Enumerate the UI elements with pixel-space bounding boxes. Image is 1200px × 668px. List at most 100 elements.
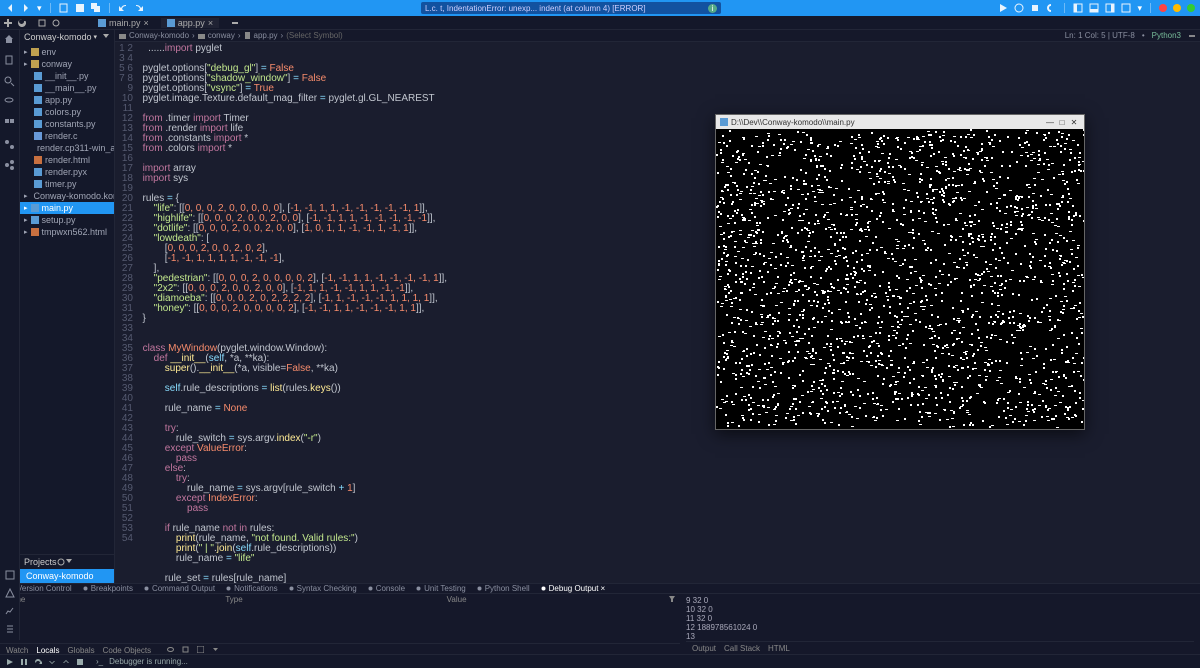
redo-icon[interactable] <box>134 3 144 13</box>
git-icon[interactable] <box>4 139 15 150</box>
tree-node[interactable]: app.py <box>20 94 114 106</box>
tree-node[interactable]: ▸main.py <box>20 202 114 214</box>
maximize-button[interactable]: □ <box>1056 118 1068 127</box>
chart-icon[interactable] <box>5 606 15 616</box>
bottom-tab[interactable]: Debug Output × <box>536 584 609 593</box>
gear-icon[interactable] <box>52 19 60 27</box>
close-button[interactable]: ✕ <box>1068 118 1080 127</box>
tab-app-py[interactable]: app.py× <box>161 18 219 28</box>
stop-icon[interactable] <box>76 658 84 666</box>
close-icon[interactable]: × <box>144 18 149 28</box>
window-close[interactable] <box>1159 4 1167 12</box>
pyglet-window[interactable]: D:\\Dev\\Conway-komodo\\main.py — □ ✕ <box>715 114 1085 430</box>
panel-bottom-icon[interactable] <box>1089 3 1099 13</box>
back-icon[interactable] <box>5 3 15 13</box>
more-icon[interactable] <box>197 646 204 653</box>
files-icon[interactable] <box>4 55 15 66</box>
share-icon[interactable] <box>4 160 15 171</box>
panel-full-icon[interactable] <box>1121 3 1131 13</box>
collapse-icon[interactable] <box>212 646 219 653</box>
pause-icon[interactable] <box>20 658 28 666</box>
tree-node[interactable]: timer.py <box>20 178 114 190</box>
step-out-icon[interactable] <box>62 658 70 666</box>
main-area: Conway-komodo▾ ▸env▸conway__init__.py__m… <box>0 30 1200 583</box>
tree-node[interactable]: __main__.py <box>20 82 114 94</box>
tree-node[interactable]: render.html <box>20 154 114 166</box>
filter-icon[interactable] <box>668 595 676 603</box>
info-icon[interactable]: i <box>708 4 717 13</box>
tree-node[interactable]: __init__.py <box>20 70 114 82</box>
editor-area: Conway-komodo › conway › app.py › (Selec… <box>115 30 1200 583</box>
save-all-icon[interactable] <box>91 3 101 13</box>
bottom-tab[interactable]: Notifications <box>221 584 282 593</box>
window-max[interactable] <box>1187 4 1195 12</box>
collapse-icon[interactable] <box>65 558 73 566</box>
step-into-icon[interactable] <box>48 658 56 666</box>
bottom-tab[interactable]: Command Output <box>139 584 219 593</box>
project-header[interactable]: Conway-komodo▾ <box>20 30 114 44</box>
eye-icon[interactable] <box>167 646 174 653</box>
forward-icon[interactable] <box>21 3 31 13</box>
tree-node[interactable]: ▸setup.py <box>20 214 114 226</box>
cursor-pos: Ln: 1 Col: 5 | UTF-8 <box>1065 31 1135 40</box>
bottom-tab[interactable]: Python Shell <box>472 584 534 593</box>
output-tab[interactable]: Call Stack <box>724 644 760 653</box>
stop-icon[interactable] <box>1030 3 1040 13</box>
output-tab[interactable]: Output <box>692 644 716 653</box>
undo-icon[interactable] <box>118 3 128 13</box>
bottom-tab[interactable]: Console <box>363 584 409 593</box>
save-icon[interactable] <box>75 3 85 13</box>
collapse-icon[interactable] <box>102 33 110 41</box>
locals-panel: NameTypeValue WatchLocalsGlobalsCode Obj… <box>0 594 680 657</box>
box-icon[interactable] <box>38 19 46 27</box>
home-icon[interactable] <box>4 34 15 45</box>
bottom-panel: Version ControlBreakpointsCommand Output… <box>0 583 1200 654</box>
plus-icon[interactable] <box>4 19 12 27</box>
debug-icon[interactable] <box>1014 3 1024 13</box>
new-file-icon[interactable] <box>59 3 69 13</box>
projects-header[interactable]: Projects <box>20 555 114 569</box>
list-icon[interactable] <box>5 624 15 634</box>
tree-node[interactable]: ▸conway <box>20 58 114 70</box>
output-tab[interactable]: HTML <box>768 644 790 653</box>
command-search-bar[interactable]: L.c. t, IndentationError: unexp... inden… <box>421 2 721 14</box>
panel-left-icon[interactable] <box>1073 3 1083 13</box>
debug-status: Debugger is running... <box>109 657 188 666</box>
tree-node[interactable]: ▸Conway-komodo.komodoproj... <box>20 190 114 202</box>
warn-icon[interactable] <box>5 588 15 598</box>
close-icon[interactable]: × <box>208 18 213 28</box>
tree-node[interactable]: constants.py <box>20 118 114 130</box>
window-titlebar[interactable]: D:\\Dev\\Conway-komodo\\main.py — □ ✕ <box>716 115 1084 129</box>
lang-indicator[interactable]: Python3 <box>1152 31 1181 40</box>
overflow-icon[interactable] <box>231 19 239 27</box>
terminal-icon[interactable] <box>5 570 15 580</box>
bottom-tab[interactable]: Syntax Checking <box>284 584 361 593</box>
restart-icon[interactable] <box>1046 3 1056 13</box>
resize-icon[interactable] <box>182 646 189 653</box>
window-min[interactable] <box>1173 4 1181 12</box>
gear-icon[interactable] <box>57 558 65 566</box>
minimize-button[interactable]: — <box>1044 118 1056 127</box>
tree-node[interactable]: ▸tmpwxn562.html <box>20 226 114 238</box>
search-icon[interactable] <box>4 76 15 87</box>
play-icon[interactable] <box>6 658 14 666</box>
bottom-tab[interactable]: Unit Testing <box>411 584 470 593</box>
folder-icon <box>119 32 126 39</box>
panel-right-icon[interactable] <box>1105 3 1115 13</box>
refresh-icon[interactable] <box>18 19 26 27</box>
ext-icon[interactable] <box>4 118 15 129</box>
tree-node[interactable]: colors.py <box>20 106 114 118</box>
locals-header: NameTypeValue <box>0 594 680 605</box>
db-icon[interactable] <box>4 97 15 108</box>
tree-node[interactable]: render.cp311-win_amd64.p... <box>20 142 114 154</box>
tree-node[interactable]: ▸env <box>20 46 114 58</box>
output-panel: 9 32 010 32 011 32 012 188978561024 013 … <box>680 594 1200 657</box>
project-item[interactable]: Conway-komodo <box>20 569 114 583</box>
play-icon[interactable] <box>998 3 1008 13</box>
overflow-icon[interactable] <box>1188 32 1196 40</box>
tab-main-py[interactable]: main.py× <box>92 18 155 28</box>
step-over-icon[interactable] <box>34 658 42 666</box>
tree-node[interactable]: render.pyx <box>20 166 114 178</box>
tree-node[interactable]: render.c <box>20 130 114 142</box>
bottom-tab[interactable]: Breakpoints <box>78 584 137 593</box>
